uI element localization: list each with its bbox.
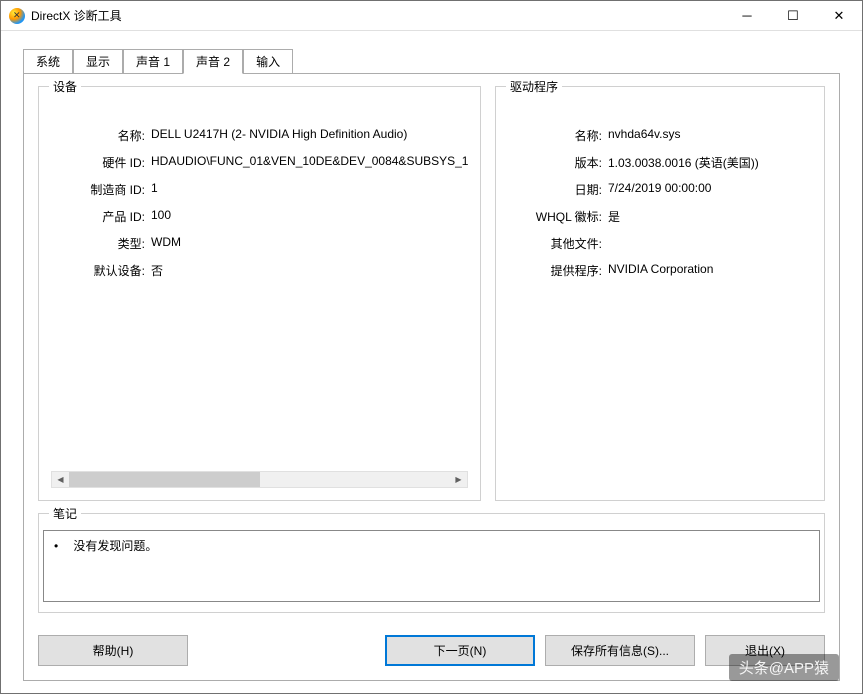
tab-display[interactable]: 显示 xyxy=(73,49,123,74)
driver-value: 7/24/2019 00:00:00 xyxy=(608,181,812,198)
driver-row: WHQL 徽标:是 xyxy=(508,208,812,225)
notes-text: 没有发现问题。 xyxy=(73,539,157,553)
driver-value: 1.03.0038.0016 (英语(美国)) xyxy=(608,154,812,171)
scroll-thumb[interactable] xyxy=(69,472,260,487)
device-value: 100 xyxy=(151,208,468,225)
bullet-icon: • xyxy=(54,539,70,553)
help-button[interactable]: 帮助(H) xyxy=(38,635,188,666)
notes-group: 笔记 • 没有发现问题。 xyxy=(38,513,825,613)
scroll-left-icon[interactable]: ◀ xyxy=(52,472,69,487)
device-row: 制造商 ID:1 xyxy=(51,181,468,198)
device-label: 硬件 ID: xyxy=(51,154,151,171)
notes-legend: 笔记 xyxy=(49,505,81,522)
maximize-button[interactable]: ☐ xyxy=(770,1,816,30)
device-row: 产品 ID:100 xyxy=(51,208,468,225)
minimize-button[interactable]: ─ xyxy=(724,1,770,30)
driver-value xyxy=(608,235,812,252)
device-value: WDM xyxy=(151,235,468,252)
notes-textbox[interactable]: • 没有发现问题。 xyxy=(43,530,820,602)
device-row: 类型:WDM xyxy=(51,235,468,252)
driver-label: 其他文件: xyxy=(508,235,608,252)
titlebar: DirectX 诊断工具 ─ ☐ ✕ xyxy=(1,1,862,31)
driver-group: 驱动程序 名称:nvhda64v.sys版本:1.03.0038.0016 (英… xyxy=(495,86,825,501)
tab-panel: 设备 名称:DELL U2417H (2- NVIDIA High Defini… xyxy=(23,73,840,681)
next-page-button[interactable]: 下一页(N) xyxy=(385,635,535,666)
scroll-right-icon[interactable]: ▶ xyxy=(450,472,467,487)
tab-system[interactable]: 系统 xyxy=(23,49,73,74)
device-value: 1 xyxy=(151,181,468,198)
device-value: 否 xyxy=(151,262,468,279)
tab-bar: 系统 显示 声音 1 声音 2 输入 xyxy=(23,49,840,74)
device-label: 产品 ID: xyxy=(51,208,151,225)
device-group: 设备 名称:DELL U2417H (2- NVIDIA High Defini… xyxy=(38,86,481,501)
device-row: 硬件 ID:HDAUDIO\FUNC_01&VEN_10DE&DEV_0084&… xyxy=(51,154,468,171)
device-label: 默认设备: xyxy=(51,262,151,279)
driver-row: 名称:nvhda64v.sys xyxy=(508,127,812,144)
device-legend: 设备 xyxy=(49,78,81,95)
device-label: 制造商 ID: xyxy=(51,181,151,198)
driver-label: 版本: xyxy=(508,154,608,171)
driver-legend: 驱动程序 xyxy=(506,78,562,95)
horizontal-scrollbar[interactable]: ◀ ▶ xyxy=(51,471,468,488)
driver-label: 日期: xyxy=(508,181,608,198)
exit-button[interactable]: 退出(X) xyxy=(705,635,825,666)
device-row: 名称:DELL U2417H (2- NVIDIA High Definitio… xyxy=(51,127,468,144)
driver-value: NVIDIA Corporation xyxy=(608,262,812,279)
device-label: 名称: xyxy=(51,127,151,144)
app-icon xyxy=(9,8,25,24)
device-value: HDAUDIO\FUNC_01&VEN_10DE&DEV_0084&SUBSYS… xyxy=(151,154,468,171)
driver-row: 其他文件: xyxy=(508,235,812,252)
driver-value: 是 xyxy=(608,208,812,225)
window-title: DirectX 诊断工具 xyxy=(31,7,724,24)
driver-row: 版本:1.03.0038.0016 (英语(美国)) xyxy=(508,154,812,171)
driver-row: 日期:7/24/2019 00:00:00 xyxy=(508,181,812,198)
save-all-button[interactable]: 保存所有信息(S)... xyxy=(545,635,695,666)
device-row: 默认设备:否 xyxy=(51,262,468,279)
driver-label: 名称: xyxy=(508,127,608,144)
tab-sound-1[interactable]: 声音 1 xyxy=(123,49,183,74)
driver-label: 提供程序: xyxy=(508,262,608,279)
device-value: DELL U2417H (2- NVIDIA High Definition A… xyxy=(151,127,468,144)
tab-input[interactable]: 输入 xyxy=(243,49,293,74)
driver-label: WHQL 徽标: xyxy=(508,208,608,225)
device-label: 类型: xyxy=(51,235,151,252)
tab-sound-2[interactable]: 声音 2 xyxy=(183,49,243,74)
driver-value: nvhda64v.sys xyxy=(608,127,812,144)
driver-row: 提供程序:NVIDIA Corporation xyxy=(508,262,812,279)
close-button[interactable]: ✕ xyxy=(816,1,862,30)
